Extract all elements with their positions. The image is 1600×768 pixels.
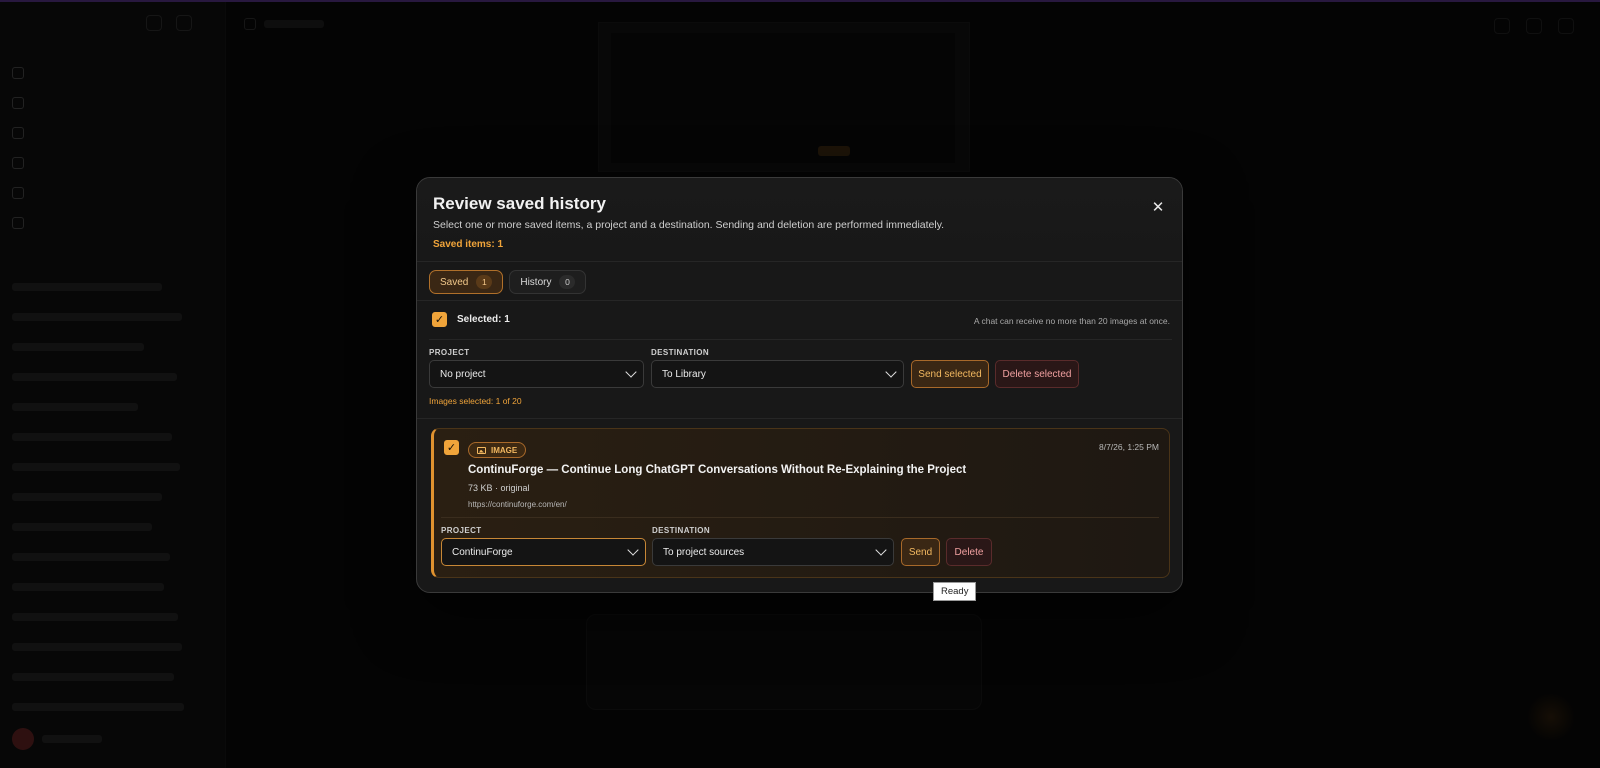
item-meta: 73 KB · original	[468, 483, 530, 493]
chevron-down-icon	[627, 544, 639, 556]
divider	[429, 339, 1172, 340]
image-icon	[477, 446, 486, 454]
tab-count-badge: 1	[476, 275, 493, 289]
tab-history[interactable]: History 0	[509, 270, 587, 294]
item-url[interactable]: https://continuforge.com/en/	[468, 500, 567, 509]
images-selected-count: Images selected: 1 of 20	[429, 396, 522, 406]
close-icon[interactable]: ✕	[1148, 198, 1168, 218]
bulk-project-value: No project	[440, 368, 486, 380]
image-limit-note: A chat can receive no more than 20 image…	[973, 316, 1170, 326]
item-destination-select[interactable]: To project sources	[652, 538, 894, 566]
item-project-value: ContinuForge	[452, 546, 513, 558]
item-project-label: PROJECT	[441, 526, 482, 535]
select-all-row: ✓ Selected: 1	[432, 312, 510, 327]
bulk-destination-label: DESTINATION	[651, 348, 710, 357]
selected-count: Selected: 1	[457, 314, 510, 325]
tab-bar: Saved 1 History 0	[429, 270, 587, 294]
saved-items-count: Saved items: 1	[433, 239, 504, 250]
item-destination-label: DESTINATION	[652, 526, 711, 535]
item-type-label: IMAGE	[491, 445, 518, 455]
item-title: ContinuForge — Continue Long ChatGPT Con…	[468, 464, 967, 476]
tab-label: Saved	[440, 276, 469, 288]
divider	[417, 300, 1182, 301]
item-send-button[interactable]: Send	[901, 538, 940, 566]
chevron-down-icon	[875, 544, 887, 556]
bulk-project-select[interactable]: No project	[429, 360, 644, 388]
item-delete-button[interactable]: Delete	[946, 538, 992, 566]
bulk-destination-select[interactable]: To Library	[651, 360, 904, 388]
item-date: 8/7/26, 1:25 PM	[1098, 442, 1159, 452]
chevron-down-icon	[885, 366, 897, 378]
tab-saved[interactable]: Saved 1	[429, 270, 504, 294]
modal-title: Review saved history	[433, 194, 606, 213]
saved-item-card: ✓ IMAGE 8/7/26, 1:25 PM ContinuForge — C…	[431, 428, 1170, 578]
send-selected-button[interactable]: Send selected	[911, 360, 989, 388]
item-type-badge: IMAGE	[468, 442, 527, 458]
tab-label: History	[520, 276, 552, 288]
status-tooltip: Ready	[933, 582, 977, 601]
divider	[441, 517, 1159, 518]
modal-subtitle: Select one or more saved items, a projec…	[433, 219, 945, 231]
divider	[417, 418, 1182, 419]
item-checkbox[interactable]: ✓	[444, 440, 459, 455]
delete-selected-button[interactable]: Delete selected	[995, 360, 1079, 388]
bulk-destination-value: To Library	[662, 368, 706, 380]
bulk-project-label: PROJECT	[429, 348, 470, 357]
item-destination-value: To project sources	[663, 546, 745, 558]
modal-header: Review saved history Select one or more …	[417, 178, 1182, 262]
select-all-checkbox[interactable]: ✓	[432, 312, 447, 327]
chevron-down-icon	[625, 366, 637, 378]
tab-count-badge: 0	[559, 275, 576, 289]
item-project-select[interactable]: ContinuForge	[441, 538, 646, 566]
review-history-modal: Review saved history Select one or more …	[416, 177, 1183, 593]
